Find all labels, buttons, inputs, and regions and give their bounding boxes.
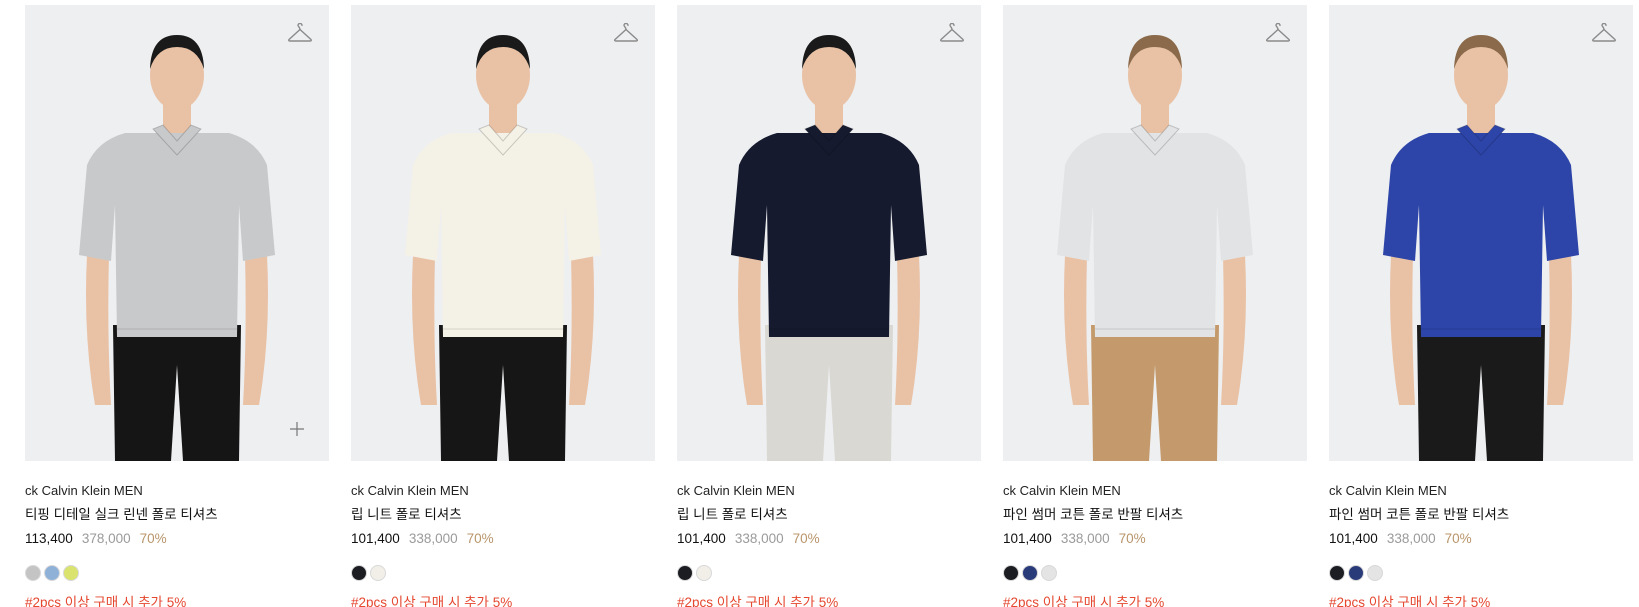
promo-text: #2pcs 이상 구매 시 추가 5% (1329, 595, 1491, 607)
product-info: ck Calvin Klein MEN 티핑 디테일 실크 린넨 폴로 티셔츠 11… (25, 461, 329, 607)
discount-rate: 70% (792, 531, 820, 546)
color-swatch[interactable] (1329, 565, 1345, 581)
color-swatch[interactable] (696, 565, 712, 581)
color-swatches (677, 565, 981, 581)
product-info: ck Calvin Klein MEN 파인 썸머 코튼 폴로 반팔 티셔츠 101… (1003, 461, 1307, 607)
sale-price: 101,400 (351, 531, 400, 546)
color-swatch[interactable] (351, 565, 367, 581)
hanger-icon[interactable] (939, 23, 965, 45)
product-name[interactable]: 파인 썸머 코튼 폴로 반팔 티셔츠 (1329, 504, 1633, 526)
discount-rate: 70% (1444, 531, 1472, 546)
model-photo (405, 35, 601, 461)
product-image[interactable] (677, 5, 981, 461)
product-image[interactable] (1003, 5, 1307, 461)
hanger-icon[interactable] (1591, 23, 1617, 45)
color-swatch[interactable] (1022, 565, 1038, 581)
color-swatch[interactable] (44, 565, 60, 581)
color-swatches (1003, 565, 1307, 581)
color-swatch[interactable] (677, 565, 693, 581)
product-card[interactable]: ck Calvin Klein MEN 파인 썸머 코튼 폴로 반팔 티셔츠 101… (1329, 5, 1633, 607)
product-brand[interactable]: ck Calvin Klein MEN (1003, 481, 1307, 501)
product-brand[interactable]: ck Calvin Klein MEN (25, 481, 329, 501)
original-price: 378,000 (81, 531, 131, 546)
original-price: 338,000 (734, 531, 784, 546)
original-price: 338,000 (1060, 531, 1110, 546)
price-row: 101,400 338,000 70% (1329, 528, 1633, 550)
color-swatches (351, 565, 655, 581)
product-image[interactable] (25, 5, 329, 461)
promo-text: #2pcs 이상 구매 시 추가 5% (1003, 595, 1165, 607)
plus-icon[interactable] (289, 421, 305, 437)
product-name[interactable]: 립 니트 폴로 티셔츠 (677, 504, 981, 526)
color-swatch[interactable] (1003, 565, 1019, 581)
discount-rate: 70% (1118, 531, 1146, 546)
sale-price: 113,400 (25, 531, 73, 546)
color-swatches (1329, 565, 1633, 581)
sale-price: 101,400 (1329, 531, 1378, 546)
product-brand[interactable]: ck Calvin Klein MEN (677, 481, 981, 501)
color-swatch[interactable] (25, 565, 41, 581)
hanger-icon[interactable] (613, 23, 639, 45)
product-image[interactable] (351, 5, 655, 461)
color-swatches (25, 565, 329, 581)
promo-text: #2pcs 이상 구매 시 추가 5% (25, 595, 187, 607)
model-photo (1057, 35, 1253, 461)
product-card[interactable]: ck Calvin Klein MEN 립 니트 폴로 티셔츠 101,400 338… (351, 5, 655, 607)
product-info: ck Calvin Klein MEN 립 니트 폴로 티셔츠 101,400 338… (677, 461, 981, 607)
product-image[interactable] (1329, 5, 1633, 461)
discount-rate: 70% (139, 531, 167, 546)
color-swatch[interactable] (1041, 565, 1057, 581)
original-price: 338,000 (408, 531, 458, 546)
product-brand[interactable]: ck Calvin Klein MEN (1329, 481, 1633, 501)
hanger-icon[interactable] (1265, 23, 1291, 45)
product-name[interactable]: 파인 썸머 코튼 폴로 반팔 티셔츠 (1003, 504, 1307, 526)
product-brand[interactable]: ck Calvin Klein MEN (351, 481, 655, 501)
original-price: 338,000 (1386, 531, 1436, 546)
discount-rate: 70% (466, 531, 494, 546)
price-row: 101,400 338,000 70% (1003, 528, 1307, 550)
model-photo (1383, 35, 1579, 461)
product-name[interactable]: 티핑 디테일 실크 린넨 폴로 티셔츠 (25, 504, 329, 526)
product-card[interactable]: ck Calvin Klein MEN 티핑 디테일 실크 린넨 폴로 티셔츠 11… (25, 5, 329, 607)
price-row: 113,400 378,000 70% (25, 528, 329, 550)
color-swatch[interactable] (1367, 565, 1383, 581)
product-name[interactable]: 립 니트 폴로 티셔츠 (351, 504, 655, 526)
color-swatch[interactable] (63, 565, 79, 581)
price-row: 101,400 338,000 70% (677, 528, 981, 550)
product-card[interactable]: ck Calvin Klein MEN 립 니트 폴로 티셔츠 101,400 338… (677, 5, 981, 607)
price-row: 101,400 338,000 70% (351, 528, 655, 550)
color-swatch[interactable] (370, 565, 386, 581)
promo-text: #2pcs 이상 구매 시 추가 5% (677, 595, 839, 607)
model-photo (731, 35, 927, 461)
color-swatch[interactable] (1348, 565, 1364, 581)
product-info: ck Calvin Klein MEN 파인 썸머 코튼 폴로 반팔 티셔츠 101… (1329, 461, 1633, 607)
promo-text: #2pcs 이상 구매 시 추가 5% (351, 595, 513, 607)
hanger-icon[interactable] (287, 23, 313, 45)
product-info: ck Calvin Klein MEN 립 니트 폴로 티셔츠 101,400 338… (351, 461, 655, 607)
sale-price: 101,400 (677, 531, 726, 546)
product-card[interactable]: ck Calvin Klein MEN 파인 썸머 코튼 폴로 반팔 티셔츠 101… (1003, 5, 1307, 607)
sale-price: 101,400 (1003, 531, 1052, 546)
product-grid: ck Calvin Klein MEN 티핑 디테일 실크 린넨 폴로 티셔츠 11… (0, 0, 1639, 607)
model-photo (79, 35, 275, 461)
